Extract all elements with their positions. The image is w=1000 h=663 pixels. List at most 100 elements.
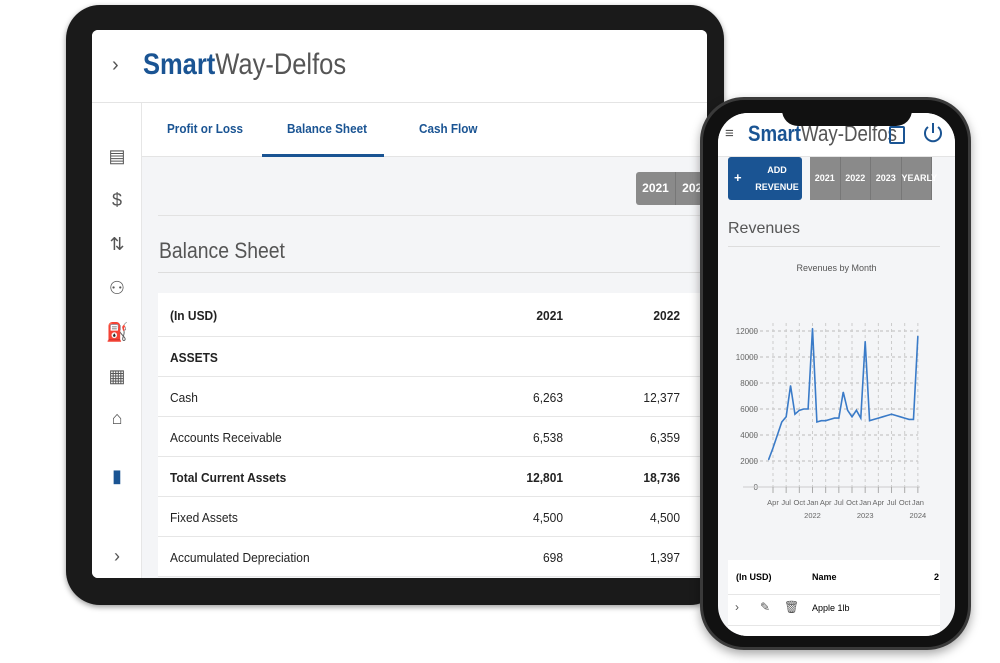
revenue-table: (In USD) Name 2 › ✎ 🗑 Apple 1lb (728, 560, 940, 636)
data-point (912, 418, 914, 420)
data-point (855, 409, 857, 411)
value-2022: 12,377 (643, 390, 680, 405)
period-button-2023[interactable]: 2023 (871, 157, 902, 200)
x-tick-label: Oct (793, 498, 806, 507)
table-row: Accumulated Depreciation 698 1,397 (158, 537, 707, 577)
edit-icon[interactable]: ✎ (760, 600, 770, 614)
data-point (816, 421, 818, 423)
y-tick-label: 6000 (740, 405, 758, 414)
table-header: (In USD) 2021 2022 (158, 293, 707, 337)
expand-sidebar-icon[interactable]: › (106, 545, 128, 567)
revenue-line (767, 328, 919, 460)
data-point (772, 447, 774, 449)
chevron-right-icon[interactable]: › (735, 600, 739, 614)
header-name: Name (812, 572, 837, 582)
year-button-2021[interactable]: 2021 (636, 172, 676, 205)
tab-balance-sheet[interactable]: Balance Sheet (287, 121, 367, 136)
revenue-chart: 020004000600080001000012000AprJulOctJan2… (736, 323, 926, 520)
row-label: ASSETS (170, 350, 218, 365)
chevron-right-icon[interactable]: › (112, 54, 119, 77)
value-2021: 6,538 (533, 430, 563, 445)
people-icon[interactable]: ⚇ (106, 277, 128, 299)
fuel-icon[interactable]: ⛽ (106, 321, 128, 343)
data-point (833, 417, 835, 419)
transfer-icon[interactable]: ⇅ (106, 233, 128, 255)
phone-notch (782, 100, 912, 126)
row-label: Cash (170, 390, 198, 405)
data-point (908, 418, 910, 420)
data-point (851, 416, 853, 418)
y-tick-label: 10000 (736, 353, 759, 362)
table-row: Total Current Assets 12,801 18,736 (158, 457, 707, 497)
tab-cash-flow[interactable]: Cash Flow (419, 121, 478, 136)
table-row: Fixed Assets 4,500 4,500 (158, 497, 707, 537)
x-tick-label: Jan (806, 498, 818, 507)
value-2021: 6,263 (533, 390, 563, 405)
data-point (886, 415, 888, 416)
dollar-icon[interactable]: $ (106, 189, 128, 211)
period-button-yearly[interactable]: YEARLY (901, 157, 937, 200)
data-point (891, 413, 893, 415)
data-point (838, 417, 840, 419)
power-icon[interactable] (922, 121, 944, 145)
data-point (847, 409, 849, 411)
data-point (917, 335, 919, 337)
y-tick-label: 2000 (740, 457, 758, 466)
x-tick-year: 2022 (804, 511, 821, 520)
value-2022: 6,359 (650, 430, 680, 445)
value-2021: 12,801 (526, 470, 563, 485)
building-icon[interactable]: ▦ (106, 365, 128, 387)
section-title: Revenues (728, 220, 801, 237)
data-point (785, 416, 787, 418)
tab-profit-or-loss[interactable]: Profit or Loss (167, 121, 243, 136)
active-tab-indicator (262, 154, 384, 157)
divider (158, 215, 707, 216)
x-tick-label: Jan (859, 498, 871, 507)
sidebar: ▤ $ ⇅ ⚇ ⛽ ▦ ⌂ ▮ › (92, 103, 142, 578)
data-point (790, 385, 792, 387)
period-button-2022[interactable]: 2022 (840, 157, 871, 200)
table-row: ASSETS (158, 337, 707, 377)
data-point (842, 391, 844, 393)
tab-bar: Profit or Loss Balance Sheet Cash Flow (142, 103, 707, 157)
x-tick-label: Jul (887, 498, 897, 507)
x-tick-label: Jul (781, 498, 791, 507)
value-2022: 4,500 (650, 510, 680, 525)
x-tick-label: Oct (899, 498, 912, 507)
menu-icon[interactable]: ≡ (725, 125, 734, 142)
data-point (895, 415, 897, 416)
data-point (803, 408, 805, 410)
delete-icon[interactable]: 🗑 (784, 600, 799, 614)
header-2022: 2022 (653, 308, 680, 323)
chart-title: Revenues by Month (796, 263, 877, 273)
document-icon[interactable]: ▮ (106, 465, 128, 487)
data-point (768, 459, 770, 461)
header-label: (In USD) (736, 572, 772, 582)
tablet-screen: › SmartWay-Delfos ▤ $ ⇅ ⚇ ⛽ ▦ ⌂ ▮ › Prof… (92, 30, 707, 578)
bank-icon[interactable]: ⌂ (106, 407, 128, 429)
period-button-2021[interactable]: 2021 (810, 157, 841, 200)
table-row: Accounts Receivable 6,538 6,359 (158, 417, 707, 457)
clipboard-icon[interactable] (888, 123, 906, 145)
dashboard-icon[interactable]: ▤ (106, 145, 128, 167)
x-tick-label: Jan (912, 498, 924, 507)
divider (728, 246, 940, 247)
row-label: Total Current Assets (170, 470, 287, 485)
data-point (820, 420, 822, 422)
data-point (869, 420, 871, 422)
header-label: (In USD) (170, 308, 218, 323)
plus-icon: + (734, 170, 742, 185)
add-revenue-button[interactable]: + ADD REVENUE (728, 157, 802, 200)
data-point (825, 420, 827, 422)
row-name: Apple 1lb (812, 603, 850, 613)
data-point (873, 418, 875, 420)
data-point (781, 421, 783, 423)
row-label: Fixed Assets (170, 510, 238, 525)
data-point (904, 417, 906, 419)
data-point (812, 327, 813, 329)
page-title: Balance Sheet (159, 238, 285, 263)
data-point (776, 434, 778, 436)
value-2022: 1,397 (650, 550, 680, 565)
data-point (864, 340, 866, 342)
y-tick-label: 8000 (740, 379, 758, 388)
